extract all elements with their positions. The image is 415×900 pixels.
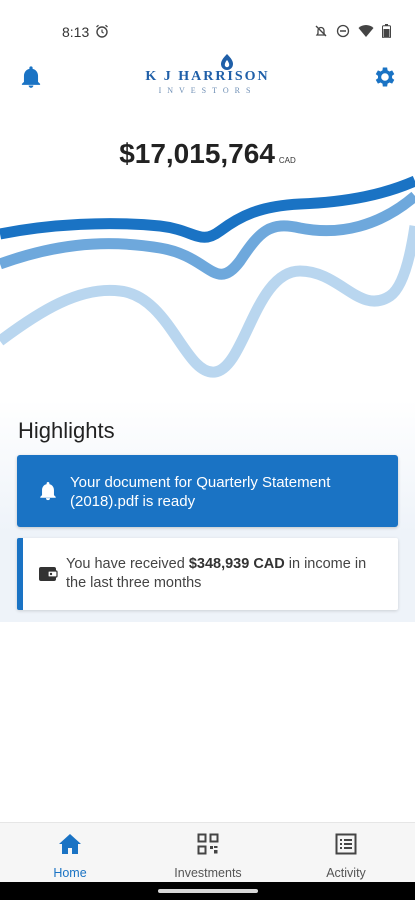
do-not-disturb-icon bbox=[336, 24, 350, 43]
settings-button[interactable] bbox=[371, 64, 397, 90]
income-amount: $348,939 CAD bbox=[188, 556, 285, 572]
wallet-icon bbox=[38, 565, 58, 588]
nav-activity[interactable]: Activity bbox=[286, 833, 406, 880]
bottom-navigation: Home Investments Activity bbox=[0, 822, 415, 883]
nav-investments[interactable]: Investments bbox=[148, 833, 268, 880]
bell-icon bbox=[37, 479, 59, 508]
bell-icon bbox=[21, 66, 41, 88]
wifi-icon bbox=[358, 24, 374, 43]
battery-icon bbox=[382, 24, 391, 43]
home-gesture-handle[interactable] bbox=[158, 889, 258, 893]
notifications-button[interactable] bbox=[18, 64, 44, 90]
document-ready-card[interactable]: Your document for Quarterly Statement (2… bbox=[17, 455, 398, 527]
status-icons bbox=[314, 24, 391, 43]
kj-harrison-logo: K J HARRISON INVESTORS bbox=[140, 54, 275, 100]
home-icon bbox=[59, 834, 81, 854]
logo-name: K J HARRISON bbox=[145, 69, 270, 84]
portfolio-total: $17,015,764 CAD bbox=[0, 138, 415, 170]
document-ready-text: Your document for Quarterly Statement (2… bbox=[70, 474, 331, 510]
gear-icon bbox=[375, 67, 395, 87]
income-text-prefix: You have received bbox=[66, 556, 189, 572]
status-bar: 8:13 bbox=[0, 0, 415, 62]
portfolio-currency: CAD bbox=[278, 156, 296, 165]
alarm-clock-icon bbox=[95, 24, 109, 43]
income-card[interactable]: You have received $348,939 CAD in income… bbox=[17, 538, 398, 610]
nav-activity-label: Activity bbox=[326, 866, 366, 880]
nav-investments-label: Investments bbox=[174, 866, 242, 880]
portfolio-value: $17,015,764 bbox=[119, 138, 275, 169]
logo-flame-icon bbox=[221, 54, 233, 70]
status-time: 8:13 bbox=[62, 24, 90, 40]
activity-list-icon bbox=[335, 833, 357, 855]
notifications-off-icon bbox=[314, 24, 328, 43]
nav-home-label: Home bbox=[53, 866, 87, 880]
nav-home[interactable]: Home bbox=[10, 833, 130, 880]
highlights-title: Highlights bbox=[18, 418, 115, 443]
logo-subtitle: INVESTORS bbox=[158, 86, 257, 95]
app-header: K J HARRISON INVESTORS bbox=[0, 54, 415, 102]
investments-grid-icon bbox=[197, 833, 219, 855]
income-text: You have received $348,939 CAD in income… bbox=[66, 555, 386, 593]
portfolio-waves-graphic bbox=[0, 176, 415, 378]
system-gesture-bar bbox=[0, 882, 415, 900]
